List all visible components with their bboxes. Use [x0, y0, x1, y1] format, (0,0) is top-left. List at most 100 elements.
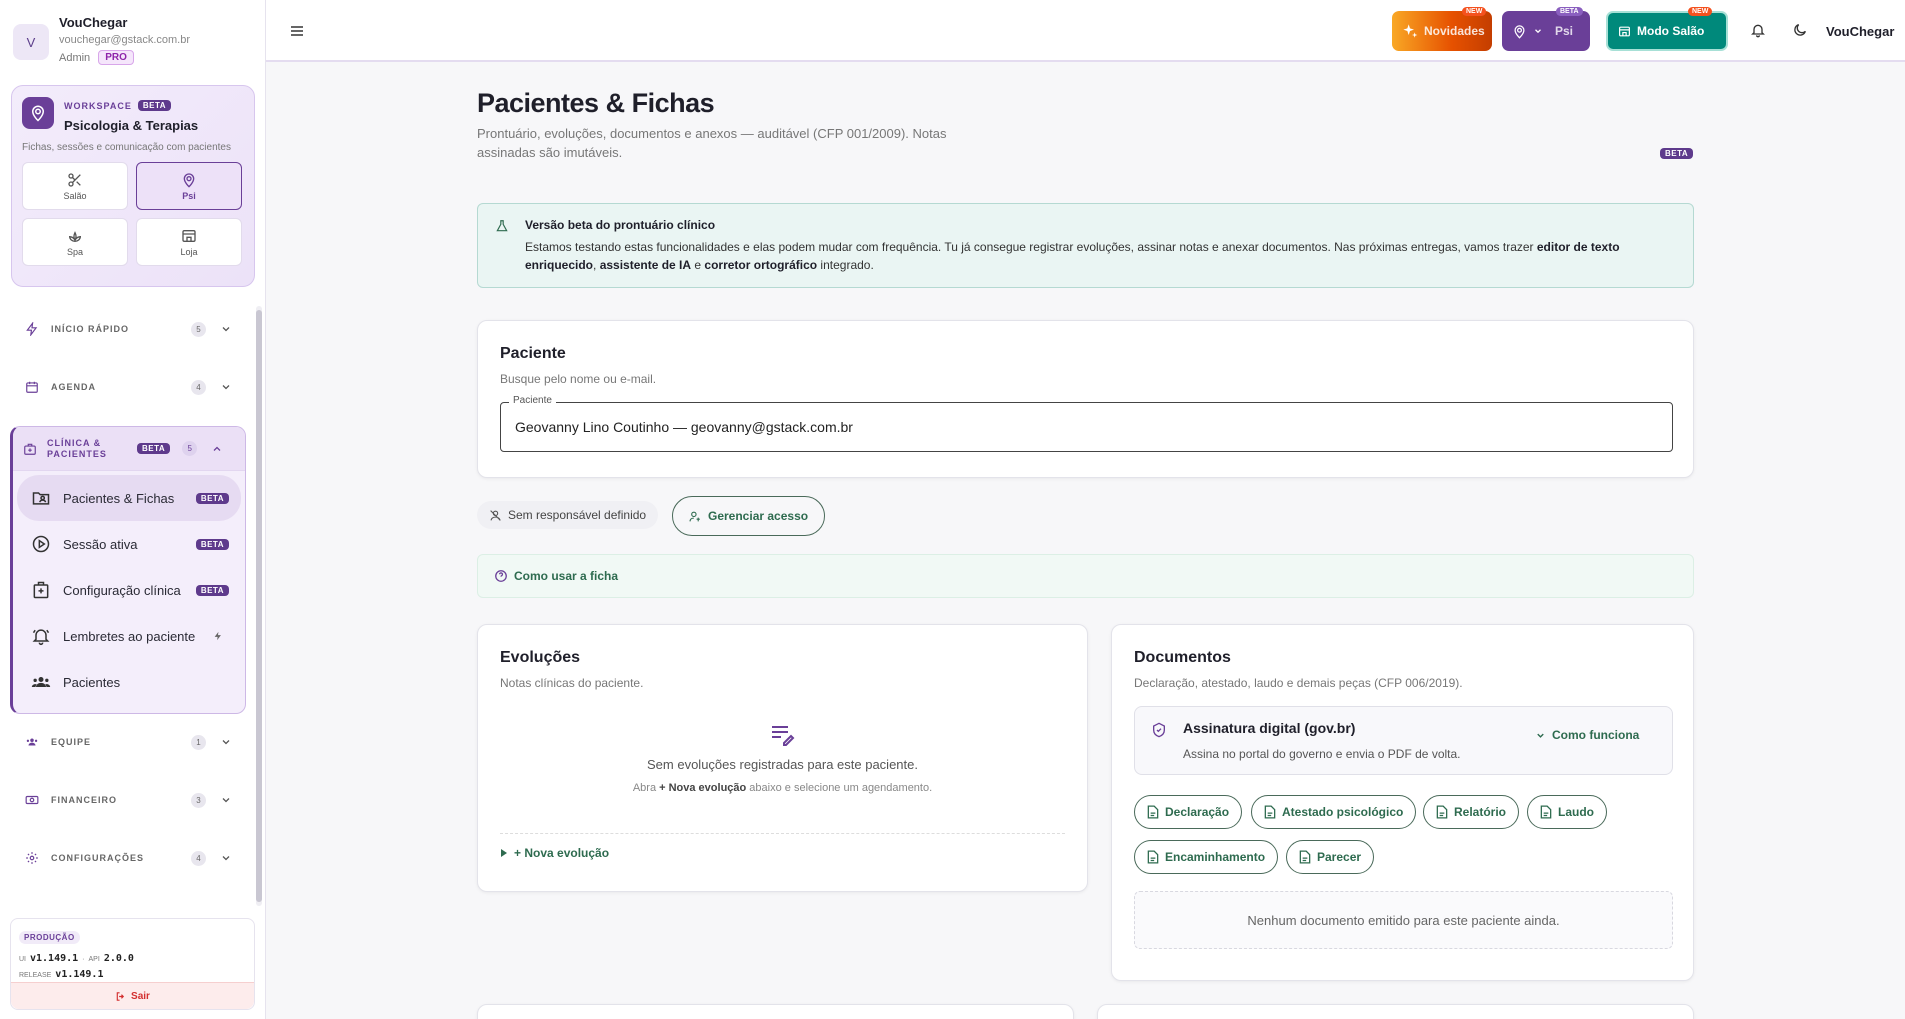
avatar[interactable]: V	[13, 24, 49, 60]
beta-badge: BETA	[137, 443, 171, 454]
tile-label: Spa	[66, 246, 83, 257]
modo-salao-button[interactable]: Modo Salão	[1606, 11, 1728, 51]
moon-icon	[1794, 24, 1806, 36]
api-version: 2.0.0	[103, 953, 134, 964]
chevron-down-icon	[222, 856, 230, 861]
patient-card: Paciente Busque pelo nome ou e-mail. Pac…	[477, 320, 1694, 478]
release-version: v1.149.1	[55, 969, 104, 980]
how-it-works-button[interactable]: Como funciona	[1535, 728, 1639, 742]
user-role: Admin	[59, 51, 91, 64]
psi-workspace-button[interactable]: Psi	[1502, 11, 1590, 51]
sidebar-item-pacientes[interactable]: Pacientes	[17, 659, 241, 705]
doc-atestado-button[interactable]: Atestado psicológico	[1251, 795, 1417, 829]
manage-access-label: Gerenciar acesso	[708, 509, 809, 523]
documentos-card: Documentos Declaração, atestado, laudo e…	[1111, 624, 1694, 981]
beta-badge: BETA	[195, 584, 229, 596]
menu-button[interactable]	[289, 23, 305, 39]
calendar-icon	[26, 381, 38, 393]
chevron-down-icon	[222, 385, 230, 390]
notifications-button[interactable]	[1750, 22, 1766, 38]
hint-text: abaixo e selecione um agendamento.	[746, 782, 933, 794]
nav-group-label: EQUIPE	[51, 737, 92, 747]
nav-group-configuracoes[interactable]: CONFIGURAÇÕES 4	[10, 843, 246, 873]
user-box[interactable]: V VouChegar vouchegar@gstack.com.br Admi…	[0, 0, 265, 74]
page-title: Pacientes & Fichas	[477, 88, 715, 118]
patient-field-value: Geovanny Lino Coutinho — geovanny@gstack…	[515, 419, 853, 435]
sidebar: V VouChegar vouchegar@gstack.com.br Admi…	[0, 0, 266, 1019]
digital-signature-box: Assinatura digital (gov.br) Assina no po…	[1134, 706, 1673, 775]
topbar-user-name[interactable]: VouChegar	[1826, 24, 1894, 39]
workspace-card: WORKSPACE BETA Psicologia & Terapias Fic…	[11, 85, 255, 287]
patient-subtitle: Busque pelo nome ou e-mail.	[500, 372, 657, 386]
shield-check-icon	[1153, 722, 1165, 738]
alert-text: Estamos testando estas funcionalidades e…	[525, 240, 1537, 254]
doc-parecer-button[interactable]: Parecer	[1286, 840, 1375, 874]
caret-right-icon	[501, 849, 507, 857]
page-beta-badge: BETA	[1660, 148, 1694, 159]
version-box: PRODUÇÃO UI v1.149.1 · API 2.0.0 RELEASE…	[10, 918, 255, 1010]
count-badge: 5	[191, 321, 206, 337]
money-icon	[25, 795, 39, 805]
doc-button-label: Atestado psicológico	[1282, 805, 1404, 819]
sidebar-item-lembretes[interactable]: Lembretes ao paciente	[17, 613, 241, 659]
user-name: VouChegar	[59, 15, 128, 30]
sidebar-scrollbar[interactable]	[256, 306, 262, 906]
alert-bold: assistente de IA	[599, 258, 692, 272]
beta-badge: BETA	[195, 492, 229, 504]
hint-text: Abra	[632, 782, 660, 794]
sidebar-item-label: Configuração clínica	[63, 582, 181, 598]
patient-search-input[interactable]: Paciente Geovanny Lino Coutinho — geovan…	[500, 395, 1673, 452]
patient-field-label: Paciente	[509, 395, 556, 406]
beta-badge: BETA	[1556, 7, 1583, 16]
nav-group-financeiro[interactable]: FINANCEIRO 3	[10, 785, 246, 815]
workspace-tile-salao[interactable]: Salão	[22, 162, 128, 210]
sidebar-item-sessao-ativa[interactable]: Sessão ativa BETA	[17, 521, 241, 567]
nav-group-agenda[interactable]: AGENDA 4	[10, 372, 246, 402]
evolucoes-empty: Sem evoluções registradas para este paci…	[478, 723, 1087, 794]
file-icon	[1299, 850, 1311, 864]
logout-button[interactable]: Sair	[11, 982, 254, 1009]
bottom-card-right	[1097, 1004, 1694, 1019]
file-icon	[1147, 850, 1159, 864]
tile-label: Loja	[180, 246, 198, 257]
workspace-tile-loja[interactable]: Loja	[136, 218, 242, 266]
evolucoes-subtitle: Notas clínicas do paciente.	[500, 676, 644, 690]
new-evolution-button[interactable]: + Nova evolução	[500, 833, 1065, 860]
manage-access-button[interactable]: Gerenciar acesso	[672, 496, 826, 536]
doc-declaracao-button[interactable]: Declaração	[1134, 795, 1243, 829]
hamburger-icon	[291, 26, 303, 36]
nav-group-label: INÍCIO RÁPIDO	[51, 324, 130, 334]
workspace-tile-spa[interactable]: Spa	[22, 218, 128, 266]
count-badge: 3	[191, 792, 206, 808]
beta-badge: BETA	[195, 538, 229, 550]
doc-laudo-button[interactable]: Laudo	[1527, 795, 1607, 829]
doc-encaminhamento-button[interactable]: Encaminhamento	[1134, 840, 1279, 874]
nav-group-clinica-header[interactable]: CLÍNICA & PACIENTES BETA 5	[13, 427, 245, 471]
sidebar-item-configuracao-clinica[interactable]: Configuração clínica BETA	[17, 567, 241, 613]
version-line: UI v1.149.1 · API 2.0.0	[19, 953, 134, 964]
nav-group-equipe[interactable]: EQUIPE 1	[10, 727, 246, 757]
chevron-down-icon	[222, 327, 230, 332]
documentos-title: Documentos	[1134, 649, 1231, 666]
scissors-icon	[68, 172, 81, 187]
theme-toggle-button[interactable]	[1792, 22, 1808, 38]
ui-version: v1.149.1	[30, 953, 79, 964]
doc-button-label: Relatório	[1454, 805, 1507, 819]
sidebar-item-label: Pacientes	[63, 674, 121, 690]
release-label: RELEASE	[19, 972, 52, 979]
brain-pin-icon	[183, 172, 195, 188]
doc-relatorio-button[interactable]: Relatório	[1423, 795, 1520, 829]
logout-icon	[116, 991, 125, 1001]
nav-group-inicio-rapido[interactable]: INÍCIO RÁPIDO 5	[10, 314, 246, 344]
file-icon	[1540, 805, 1552, 819]
workspace-tile-psi[interactable]: Psi	[136, 162, 242, 210]
how-to-use-link[interactable]: Como usar a ficha	[477, 554, 1694, 598]
chevron-down-icon	[222, 740, 230, 745]
evolucoes-title: Evoluções	[500, 649, 581, 666]
gear-icon	[26, 852, 38, 864]
tile-label: Salão	[63, 190, 87, 201]
flask-icon	[496, 220, 508, 232]
no-guardian-label: Sem responsável definido	[508, 508, 647, 522]
sidebar-item-pacientes-fichas[interactable]: Pacientes & Fichas BETA	[17, 475, 241, 521]
novidades-button[interactable]: Novidades	[1392, 11, 1492, 51]
